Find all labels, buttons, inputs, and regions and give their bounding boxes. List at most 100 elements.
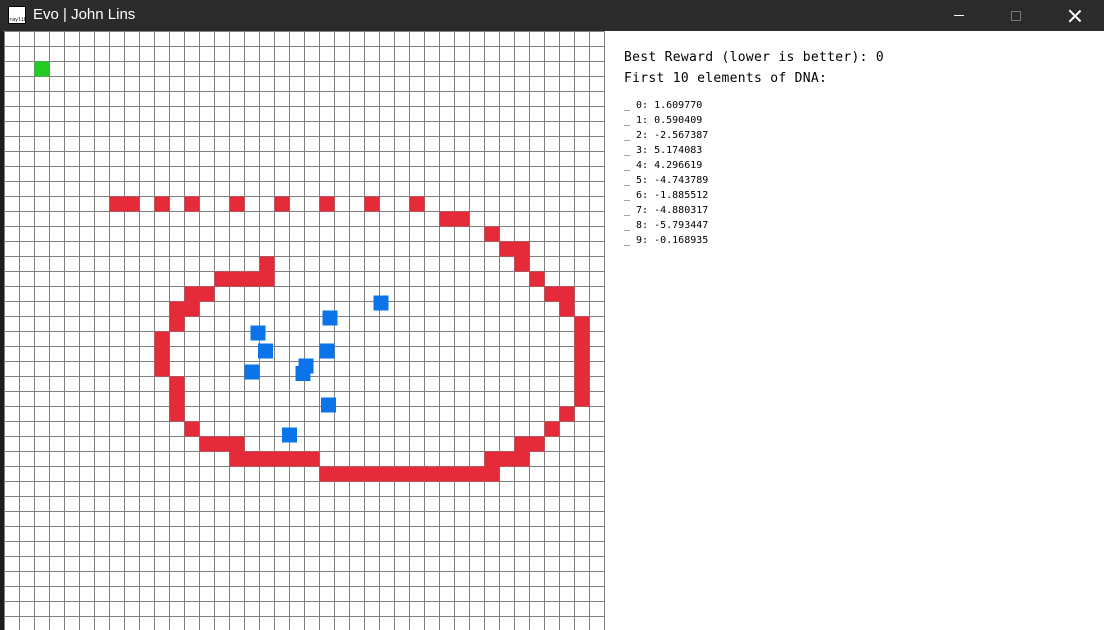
wall-cell (154, 361, 170, 377)
wall-cell (244, 451, 260, 467)
wall-cell (499, 241, 515, 257)
agent-cell (319, 343, 335, 359)
simulation-canvas (4, 31, 606, 630)
dna-item: _ 2: -2.567387 (624, 130, 709, 141)
goal-cell (34, 61, 50, 77)
wall-cell (424, 466, 440, 482)
best-reward-label: Best Reward (lower is better): 0 (624, 50, 885, 65)
maximize-button[interactable] (993, 0, 1039, 31)
info-panel: Best Reward (lower is better): 0 First 1… (624, 48, 1094, 248)
dna-item: _ 1: 0.590409 (624, 115, 703, 126)
wall-cell (574, 391, 590, 407)
wall-cell (109, 196, 125, 212)
wall-cell (319, 196, 335, 212)
app-window: raylib Evo | John Lins Best Reward (lowe… (0, 0, 1104, 630)
agent-cell (244, 364, 260, 380)
dna-item: _ 8: -5.793447 (624, 220, 709, 231)
agent-cell (322, 310, 338, 326)
agent-cell (250, 325, 266, 341)
wall-cell (319, 466, 335, 482)
dna-item: _ 4: 4.296619 (624, 160, 703, 171)
wall-cell (574, 361, 590, 377)
raylib-app-icon: raylib (8, 6, 26, 24)
wall-cell (214, 271, 230, 287)
wall-cell (514, 241, 530, 257)
wall-cell (544, 421, 560, 437)
wall-cell (229, 451, 245, 467)
wall-cell (289, 451, 305, 467)
wall-cell (184, 286, 200, 302)
close-button[interactable] (1052, 0, 1098, 31)
wall-cell (259, 451, 275, 467)
wall-cell (574, 346, 590, 362)
minimize-icon (954, 15, 964, 16)
agent-cell (321, 397, 336, 413)
wall-cell (364, 466, 380, 482)
wall-cell (529, 271, 545, 287)
wall-cell (499, 451, 515, 467)
app-icon-text: raylib (9, 17, 26, 23)
simulation-grid (4, 31, 605, 630)
wall-cell (229, 271, 245, 287)
wall-cell (574, 331, 590, 347)
dna-item: _ 3: 5.174083 (624, 145, 703, 156)
wall-cell (154, 331, 170, 347)
wall-cell (334, 466, 350, 482)
wall-cell (574, 316, 590, 332)
wall-cell (154, 346, 170, 362)
wall-cell (274, 451, 290, 467)
dna-item: _ 6: -1.885512 (624, 190, 709, 201)
agent-cell (258, 343, 273, 359)
wall-cell (349, 466, 365, 482)
title-bar[interactable]: raylib Evo | John Lins (0, 0, 1104, 31)
window-title: Evo | John Lins (33, 6, 136, 23)
dna-header-label: First 10 elements of DNA: (624, 71, 828, 86)
wall-cell (439, 211, 455, 227)
wall-cell (229, 436, 245, 452)
dna-item: _ 7: -4.880317 (624, 205, 709, 216)
agent-cell (373, 295, 389, 311)
wall-cell (574, 376, 590, 392)
wall-cell (169, 391, 185, 407)
wall-cell (454, 211, 470, 227)
wall-cell (169, 376, 185, 392)
wall-cell (559, 406, 575, 422)
wall-cell (199, 286, 215, 302)
wall-cell (259, 256, 275, 272)
wall-cell (244, 271, 260, 287)
wall-cell (514, 256, 530, 272)
minimize-button[interactable] (936, 0, 982, 31)
wall-cell (484, 451, 500, 467)
wall-cell (559, 301, 575, 317)
wall-cell (274, 196, 290, 212)
wall-cell (169, 301, 185, 317)
wall-cell (559, 286, 575, 302)
maximize-icon (1011, 10, 1021, 21)
wall-cell (439, 466, 455, 482)
agent-cell (295, 366, 311, 381)
wall-cell (514, 436, 530, 452)
wall-cell (169, 316, 185, 332)
dna-list: _ 0: 1.609770 _ 1: 0.590409 _ 2: -2.567387… (624, 98, 1094, 248)
dna-item: _ 0: 1.609770 (624, 100, 703, 111)
wall-cell (514, 451, 530, 467)
close-icon (1068, 9, 1082, 23)
wall-cell (484, 226, 500, 242)
wall-cell (214, 436, 230, 452)
dna-item: _ 9: -0.168935 (624, 235, 709, 246)
wall-cell (529, 436, 545, 452)
wall-cell (484, 466, 500, 482)
wall-cell (184, 196, 200, 212)
wall-cell (259, 271, 275, 287)
wall-cell (154, 196, 170, 212)
wall-cell (199, 436, 215, 452)
wall-cell (544, 286, 560, 302)
wall-cell (184, 421, 200, 437)
wall-cell (409, 196, 425, 212)
wall-cell (379, 466, 395, 482)
wall-cell (184, 301, 200, 317)
grid-lines (4, 31, 605, 630)
wall-cell (469, 466, 485, 482)
wall-cell (409, 466, 425, 482)
wall-cell (304, 451, 320, 467)
